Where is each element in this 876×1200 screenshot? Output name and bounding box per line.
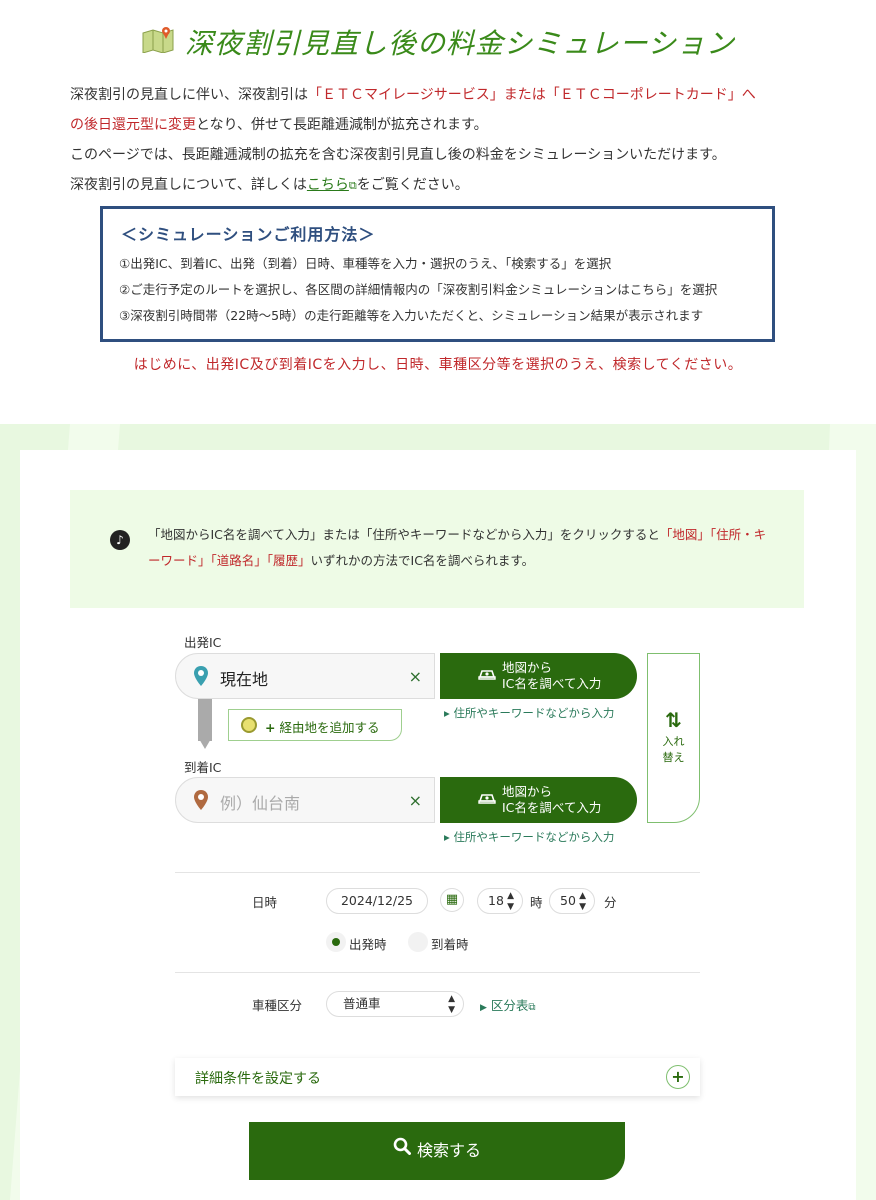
intro-line1-highlight: 「ＥＴＣマイレージサービス」または「ＥＴＣコーポレートカード」へ xyxy=(308,87,756,103)
search-button[interactable]: 検索する xyxy=(249,1122,625,1180)
tip-text-c: いずれかの方法でIC名を調べられます。 xyxy=(310,553,535,568)
intro-line4: 深夜割引の見直しについて、詳しくは xyxy=(70,177,307,193)
departure-ic-value: 現在地 xyxy=(220,670,269,689)
departure-label: 出発IC xyxy=(184,635,222,650)
radio-indicator xyxy=(326,932,346,952)
swap-icon: ⇅ xyxy=(665,708,682,732)
add-via-point-button[interactable]: + 経由地を追加する xyxy=(228,709,402,741)
arrival-map-search-button[interactable]: 地図から IC名を調べて入力 xyxy=(440,777,637,823)
route-connector xyxy=(198,699,212,749)
howto-step-2: ②ご走行予定のルートを選択し、各区間の詳細情報内の「深夜割引料金シミュレーション… xyxy=(119,282,718,297)
arrival-map-btn-line1: 地図から xyxy=(502,784,553,799)
divider xyxy=(175,872,700,873)
map-pin-icon xyxy=(194,790,208,814)
vehicle-type-select[interactable]: 普通車 ▲ ▼ xyxy=(326,991,464,1017)
radio-indicator xyxy=(408,932,428,952)
howto-heading: ＜シミュレーションご利用方法＞ xyxy=(121,225,376,244)
hour-value: 18 xyxy=(488,893,504,908)
map-icon xyxy=(141,25,175,60)
tip-text: 「地図からIC名を調べて入力」または「住所やキーワードなどから入力」をクリックす… xyxy=(148,522,773,574)
minute-select[interactable]: 50 ▲ ▼ xyxy=(549,888,595,914)
vehicle-label: 車種区分 xyxy=(252,998,303,1013)
spinner-icon: ▲ ▼ xyxy=(448,994,455,1015)
howto-step-3: ③深夜割引時間帯（22時～5時）の走行距離等を入力いただくと、シミュレーション結… xyxy=(119,308,704,323)
clear-arrival-icon[interactable]: × xyxy=(409,791,422,810)
datetime-label: 日時 xyxy=(252,895,278,910)
swap-label-1: 入れ xyxy=(662,735,685,748)
car-icon xyxy=(478,667,496,685)
music-note-icon: ♪ xyxy=(110,530,130,550)
arrival-map-btn-line2: IC名を調べて入力 xyxy=(502,800,602,815)
swap-ic-button[interactable]: ⇅ 入れ 替え xyxy=(647,653,700,823)
search-button-label: 検索する xyxy=(416,1141,481,1160)
spinner-icon: ▲ ▼ xyxy=(507,891,514,912)
notice-text: はじめに、出発IC及び到着ICを入力し、日時、車種区分等を選択のうえ、検索してく… xyxy=(133,357,743,373)
divider xyxy=(175,972,700,973)
intro-line1: 深夜割引の見直しに伴い、深夜割引は xyxy=(70,87,308,103)
hour-select[interactable]: 18 ▲ ▼ xyxy=(477,888,523,914)
detail-settings-label: 詳細条件を設定する xyxy=(195,1071,321,1087)
hour-unit: 時 xyxy=(530,895,543,910)
page-title: 深夜割引見直し後の料金シミュレーション xyxy=(0,22,876,62)
radio-arrival-label: 到着時 xyxy=(431,937,469,952)
intro-line4-end: をご覧ください。 xyxy=(356,177,469,193)
arrival-ic-input[interactable]: 例）仙台南 × xyxy=(175,777,435,823)
add-via-point-label: 経由地を追加する xyxy=(279,720,380,735)
plus-icon: + xyxy=(265,720,276,735)
external-link-icon: ⧉ xyxy=(348,179,357,192)
clear-departure-icon[interactable]: × xyxy=(409,667,422,686)
vehicle-table-link[interactable]: ▶ 区分表⧉ xyxy=(480,995,536,1014)
intro-text: 深夜割引の見直しに伴い、深夜割引は「ＥＴＣマイレージサービス」または「ＥＴＣコー… xyxy=(70,80,810,201)
departure-ic-input[interactable]: 現在地 × xyxy=(175,653,435,699)
howto-box: ＜シミュレーションご利用方法＞ ①出発IC、到着IC、出発（到着）日時、車種等を… xyxy=(100,206,775,342)
departure-map-btn-line1: 地図から xyxy=(502,660,553,675)
minute-value: 50 xyxy=(560,893,576,908)
page-title-text: 深夜割引見直し後の料金シミュレーション xyxy=(185,27,735,60)
intro-line2: となり、併せて長距離逓減制が拡充されます。 xyxy=(196,117,488,133)
car-icon xyxy=(478,791,496,809)
minute-unit: 分 xyxy=(604,895,617,910)
vehicle-table-label: 区分表 xyxy=(490,998,529,1013)
arrival-label: 到着IC xyxy=(184,760,222,775)
swap-label-2: 替え xyxy=(662,751,685,764)
spinner-icon: ▲ ▼ xyxy=(579,891,586,912)
tip-box: ♪ 「地図からIC名を調べて入力」または「住所やキーワードなどから入力」をクリッ… xyxy=(70,490,804,608)
departure-map-search-button[interactable]: 地図から IC名を調べて入力 xyxy=(440,653,637,699)
search-icon xyxy=(393,1121,411,1179)
details-link[interactable]: こちら xyxy=(307,177,349,193)
radio-departure-label: 出発時 xyxy=(349,937,387,952)
map-pin-icon xyxy=(194,666,208,690)
detail-settings-toggle[interactable]: 詳細条件を設定する + xyxy=(175,1058,700,1096)
external-link-icon: ⧉ xyxy=(528,1002,536,1013)
intro-line2-highlight: の後日還元型に変更 xyxy=(70,117,196,133)
plus-icon: + xyxy=(666,1065,690,1089)
vehicle-type-value: 普通車 xyxy=(343,996,381,1011)
howto-step-1: ①出発IC、到着IC、出発（到着）日時、車種等を入力・選択のうえ、「検索する」を… xyxy=(119,256,612,271)
arrival-address-link[interactable]: 住所やキーワードなどから入力 xyxy=(444,829,614,845)
departure-map-btn-line2: IC名を調べて入力 xyxy=(502,676,602,691)
tip-text-a: 「地図からIC名を調べて入力」または「住所やキーワードなどから入力」をクリックす… xyxy=(148,527,660,542)
via-point-icon xyxy=(241,717,257,733)
arrival-ic-placeholder: 例）仙台南 xyxy=(220,794,301,813)
intro-line3: このページでは、長距離逓減制の拡充を含む深夜割引見直し後の料金をシミュレーション… xyxy=(70,147,726,163)
triangle-icon: ▶ xyxy=(480,1003,487,1013)
calendar-icon[interactable]: ▦ xyxy=(440,888,464,912)
departure-address-link[interactable]: 住所やキーワードなどから入力 xyxy=(444,705,614,721)
date-input[interactable]: 2024/12/25 xyxy=(326,888,428,914)
